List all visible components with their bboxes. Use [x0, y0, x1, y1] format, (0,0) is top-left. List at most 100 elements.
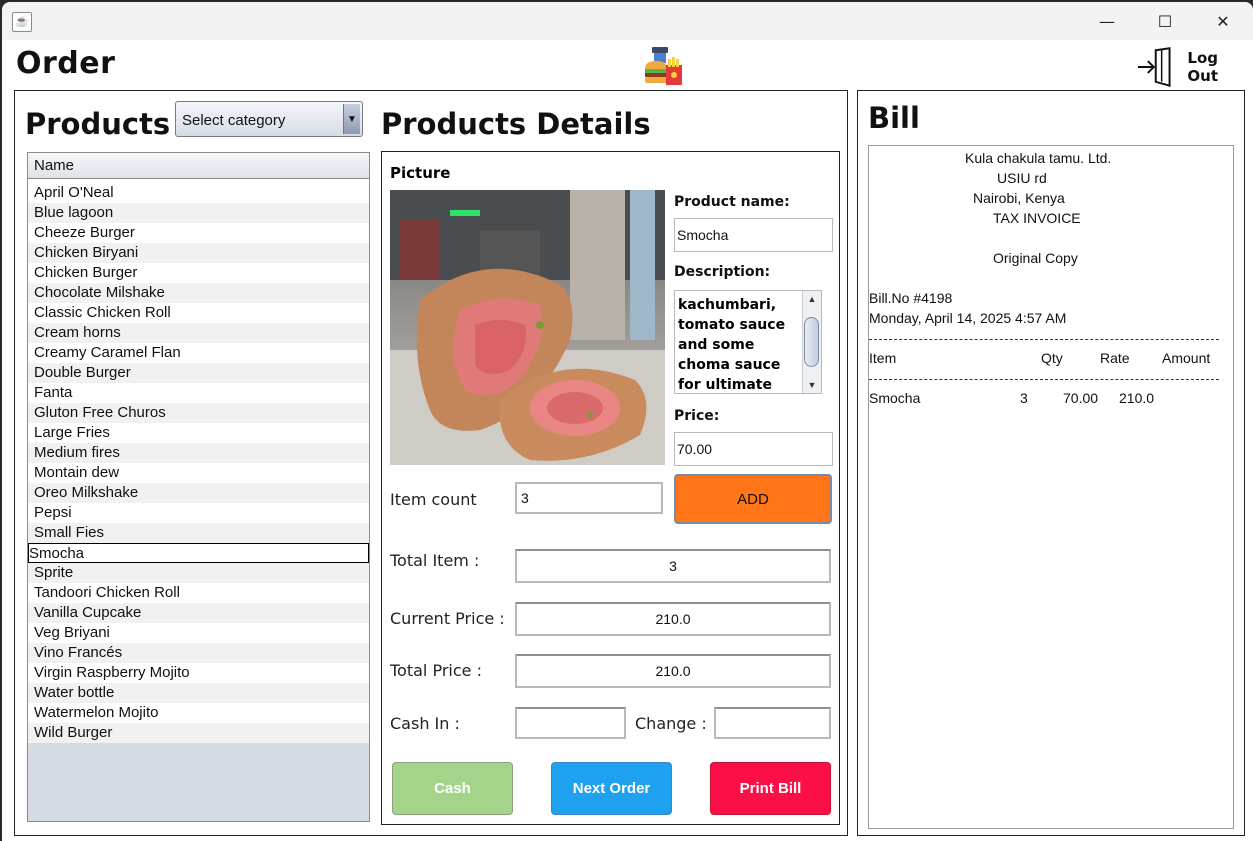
bill-number: Bill.No #4198: [869, 290, 953, 306]
java-cup-icon: ☕: [12, 12, 32, 32]
product-name-label: Product name:: [674, 194, 790, 210]
scroll-up-icon[interactable]: ▲: [803, 291, 821, 307]
fast-food-icon: [645, 47, 682, 85]
category-select[interactable]: Select category ▼: [175, 101, 363, 137]
product-list-item[interactable]: Creamy Caramel Flan: [28, 343, 369, 363]
product-list-item[interactable]: Fanta: [28, 383, 369, 403]
minimize-button[interactable]: —: [1078, 2, 1136, 40]
bill-heading: Bill: [868, 101, 920, 135]
product-list-item[interactable]: Virgin Raspberry Mojito: [28, 663, 369, 683]
products-table: Name April O'Neal Blue lagoon Cheeze Burge…: [27, 152, 370, 822]
product-list-item[interactable]: Pepsi: [28, 503, 369, 523]
bill-company: Kula chakula tamu. Ltd.: [965, 150, 1112, 166]
product-list-item[interactable]: Classic Chicken Roll: [28, 303, 369, 323]
bill-col-item: Item: [869, 350, 897, 366]
change-field[interactable]: [714, 707, 831, 739]
picture-label: Picture: [390, 164, 451, 182]
product-list-item[interactable]: Small Fies: [28, 523, 369, 543]
product-rows: April O'Neal Blue lagoon Cheeze Burger Chic…: [28, 183, 369, 743]
current-price-field[interactable]: 210.0: [515, 602, 831, 636]
product-list-item[interactable]: Blue lagoon: [28, 203, 369, 223]
total-item-label: Total Item :: [390, 551, 480, 570]
bill-col-qty: Qty: [1041, 350, 1063, 366]
bill-col-rate: Rate: [1100, 350, 1130, 366]
total-item-field[interactable]: 3: [515, 549, 831, 583]
product-list-item[interactable]: Tandoori Chicken Roll: [28, 583, 369, 603]
products-heading: Products: [25, 107, 171, 141]
main-content: Order Log Out Products Select category ▼…: [2, 40, 1253, 841]
bill-date: Monday, April 14, 2025 4:57 AM: [869, 310, 1067, 326]
column-header-name[interactable]: Name: [28, 153, 369, 179]
bill-col-amount: Amount: [1162, 350, 1211, 366]
add-button[interactable]: ADD: [674, 474, 832, 524]
product-list-item[interactable]: Veg Briyani: [28, 623, 369, 643]
product-list-item[interactable]: Chicken Burger: [28, 263, 369, 283]
bill-receipt[interactable]: Kula chakula tamu. Ltd. USIU rd Nairobi,…: [868, 145, 1234, 829]
product-list-item[interactable]: Montain dew: [28, 463, 369, 483]
bill-row-rate: 70.00: [1063, 390, 1099, 406]
print-bill-button[interactable]: Print Bill: [710, 762, 831, 815]
application-window: ☕ — ☐ ✕ Order Log Out Products Select ca…: [2, 2, 1253, 841]
bill-city: Nairobi, Kenya: [973, 190, 1065, 206]
bill-row-item: Smocha: [869, 390, 921, 406]
product-list-item[interactable]: Chocolate Milshake: [28, 283, 369, 303]
cash-in-label: Cash In :: [390, 714, 460, 733]
product-name-field[interactable]: Smocha: [674, 218, 833, 252]
product-list-item[interactable]: Large Fries: [28, 423, 369, 443]
bill-row-qty: 3: [1020, 390, 1028, 406]
bill-copy: Original Copy: [993, 250, 1078, 266]
product-list-item[interactable]: Vanilla Cupcake: [28, 603, 369, 623]
price-label: Price:: [674, 408, 720, 424]
title-bar: ☕ — ☐ ✕: [2, 2, 1253, 40]
bill-divider: [869, 339, 1219, 340]
dropdown-arrow-icon[interactable]: ▼: [343, 104, 360, 134]
total-price-field[interactable]: 210.0: [515, 654, 831, 688]
product-list-item[interactable]: Medium fires: [28, 443, 369, 463]
product-list-item[interactable]: Oreo Milkshake: [28, 483, 369, 503]
product-list-item[interactable]: Sprite: [28, 563, 369, 583]
details-panel: Picture Product name: Smocha Description…: [381, 151, 840, 825]
product-list-item[interactable]: Wild Burger: [28, 723, 369, 743]
description-text: kachumbari, tomato sauce and some choma …: [678, 297, 786, 393]
change-label: Change :: [635, 714, 707, 733]
cash-button[interactable]: Cash: [392, 762, 513, 815]
product-list-item[interactable]: Water bottle: [28, 683, 369, 703]
product-list-item[interactable]: Double Burger: [28, 363, 369, 383]
item-count-field[interactable]: 3: [515, 482, 663, 514]
bill-invoice-type: TAX INVOICE: [993, 210, 1081, 226]
product-list-item[interactable]: Smocha: [28, 543, 369, 563]
close-button[interactable]: ✕: [1194, 2, 1252, 40]
product-list-item[interactable]: Vino Francés: [28, 643, 369, 663]
bill-row-amount: 210.0: [1119, 390, 1155, 406]
product-picture: [390, 190, 665, 465]
description-scrollbar[interactable]: ▲ ▼: [802, 291, 821, 393]
scroll-thumb[interactable]: [804, 317, 819, 367]
details-heading: Products Details: [381, 107, 651, 141]
logout-button[interactable]: Log Out: [1136, 46, 1253, 88]
scroll-down-icon[interactable]: ▼: [803, 377, 821, 393]
logout-label: Log Out: [1187, 49, 1219, 85]
bill-divider: [869, 379, 1219, 380]
bill-panel: Bill Kula chakula tamu. Ltd. USIU rd Nai…: [857, 90, 1245, 836]
bill-street: USIU rd: [997, 170, 1047, 186]
page-title: Order: [16, 46, 116, 81]
order-panel: Products Select category ▼ Name April O'…: [14, 90, 848, 836]
total-price-label: Total Price :: [390, 661, 482, 680]
description-label: Description:: [674, 264, 771, 280]
current-price-label: Current Price :: [390, 609, 505, 628]
price-field[interactable]: 70.00: [674, 432, 833, 466]
product-list-item[interactable]: April O'Neal: [28, 183, 369, 203]
item-count-label: Item count: [390, 490, 477, 509]
category-select-value: Select category: [182, 112, 286, 129]
next-order-button[interactable]: Next Order: [551, 762, 672, 815]
maximize-button[interactable]: ☐: [1136, 2, 1194, 40]
description-textarea[interactable]: kachumbari, tomato sauce and some choma …: [674, 290, 822, 394]
product-list-item[interactable]: Cream horns: [28, 323, 369, 343]
logout-door-icon: [1137, 47, 1171, 88]
product-list-item[interactable]: Watermelon Mojito: [28, 703, 369, 723]
cash-in-field[interactable]: [515, 707, 626, 739]
product-list-item[interactable]: Chicken Biryani: [28, 243, 369, 263]
product-list-item[interactable]: Gluton Free Churos: [28, 403, 369, 423]
smocha-photo: [390, 190, 665, 465]
product-list-item[interactable]: Cheeze Burger: [28, 223, 369, 243]
